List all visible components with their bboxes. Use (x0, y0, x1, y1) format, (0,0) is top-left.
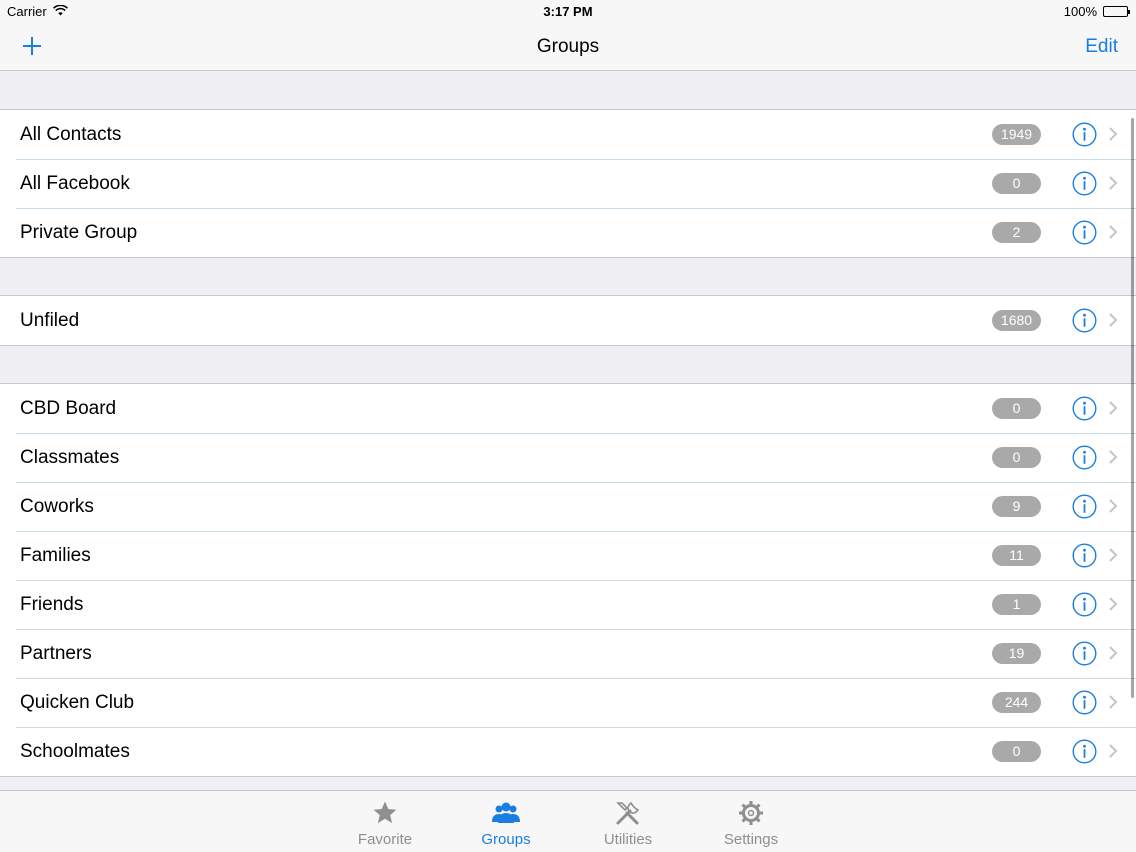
count-badge: 0 (992, 173, 1041, 194)
info-icon[interactable] (1072, 122, 1097, 147)
info-icon[interactable] (1072, 641, 1097, 666)
app-window: Carrier 3:17 PM 100% Groups Edit All Con… (0, 0, 1136, 852)
count-badge: 19 (992, 643, 1041, 664)
group-row[interactable]: Coworks 9 (0, 482, 1136, 531)
tab-label: Settings (723, 831, 779, 848)
chevron-right-icon (1108, 694, 1118, 710)
groups-list[interactable]: All Contacts 1949 All Facebook 0 Private Gro… (0, 72, 1136, 790)
tab-favorite[interactable]: Favorite (330, 799, 440, 851)
tools-icon (573, 799, 683, 827)
count-badge: 0 (992, 398, 1041, 419)
battery-icon (1103, 6, 1130, 17)
group-name: All Contacts (20, 124, 122, 145)
info-icon[interactable] (1072, 396, 1097, 421)
group-name: Quicken Club (20, 692, 135, 713)
group-row[interactable]: Families 11 (0, 531, 1136, 580)
count-badge: 244 (992, 692, 1041, 713)
chevron-right-icon (1108, 645, 1118, 661)
group-row[interactable]: Partners 19 (0, 629, 1136, 678)
edit-button[interactable]: Edit (1085, 36, 1118, 58)
chevron-right-icon (1108, 400, 1118, 416)
group-name: Private Group (20, 222, 138, 243)
group-section: Unfiled 1680 (0, 296, 1136, 345)
section-spacer (0, 72, 1136, 110)
group-row[interactable]: Schoolmates 0 (0, 727, 1136, 776)
page-title: Groups (536, 36, 600, 57)
tab-bar: Favorite Groups Utilities Settings (0, 790, 1136, 852)
group-row[interactable]: All Contacts 1949 (0, 110, 1136, 159)
group-row[interactable]: Friends 1 (0, 580, 1136, 629)
info-icon[interactable] (1072, 220, 1097, 245)
chevron-right-icon (1108, 126, 1118, 142)
chevron-right-icon (1108, 224, 1118, 240)
group-name: All Facebook (20, 173, 130, 194)
count-badge: 9 (992, 496, 1041, 517)
chevron-right-icon (1108, 498, 1118, 514)
count-badge: 1949 (992, 124, 1041, 145)
chevron-right-icon (1108, 175, 1118, 191)
chevron-right-icon (1108, 743, 1118, 759)
navigation-bar: Groups Edit (0, 24, 1136, 71)
group-name: Families (20, 545, 91, 566)
group-row[interactable]: Classmates 0 (0, 433, 1136, 482)
group-name: Friends (20, 594, 84, 615)
info-icon[interactable] (1072, 543, 1097, 568)
info-icon[interactable] (1072, 690, 1097, 715)
group-name: CBD Board (20, 398, 117, 419)
group-name: Schoolmates (20, 741, 130, 762)
group-row[interactable]: All Facebook 0 (0, 159, 1136, 208)
group-row[interactable]: CBD Board 0 (0, 384, 1136, 433)
group-row[interactable]: Quicken Club 244 (0, 678, 1136, 727)
info-icon[interactable] (1072, 308, 1097, 333)
tab-groups[interactable]: Groups (451, 799, 561, 851)
tab-label: Groups (481, 831, 531, 848)
count-badge: 0 (992, 447, 1041, 468)
group-row[interactable]: Private Group 2 (0, 208, 1136, 257)
chevron-right-icon (1108, 596, 1118, 612)
tab-settings[interactable]: Settings (696, 799, 806, 851)
tab-label: Favorite (357, 831, 413, 848)
group-name: Unfiled (20, 310, 80, 331)
section-spacer (0, 346, 1136, 384)
group-section: All Contacts 1949 All Facebook 0 Private Gro… (0, 110, 1136, 257)
chevron-right-icon (1108, 449, 1118, 465)
group-section: CBD Board 0 Classmates 0 Coworks 9 Families 11 F… (0, 384, 1136, 776)
tab-label: Utilities (603, 831, 653, 848)
group-name: Coworks (20, 496, 94, 517)
status-right: 100% (1063, 4, 1130, 19)
info-icon[interactable] (1072, 739, 1097, 764)
section-divider (0, 776, 1136, 777)
battery-percent: 100% (1063, 4, 1097, 19)
count-badge: 0 (992, 741, 1041, 762)
info-icon[interactable] (1072, 445, 1097, 470)
count-badge: 11 (992, 545, 1041, 566)
scroll-indicator[interactable] (1131, 118, 1134, 698)
chevron-right-icon (1108, 312, 1118, 328)
count-badge: 1 (992, 594, 1041, 615)
status-bar: Carrier 3:17 PM 100% (0, 0, 1136, 24)
info-icon[interactable] (1072, 171, 1097, 196)
count-badge: 1680 (992, 310, 1041, 331)
info-icon[interactable] (1072, 592, 1097, 617)
section-spacer (0, 258, 1136, 296)
people-icon (451, 799, 561, 827)
star-icon (330, 799, 440, 827)
status-time: 3:17 PM (543, 4, 593, 19)
count-badge: 2 (992, 222, 1041, 243)
gear-icon (696, 799, 806, 827)
group-name: Classmates (20, 447, 120, 468)
info-icon[interactable] (1072, 494, 1097, 519)
chevron-right-icon (1108, 547, 1118, 563)
group-name: Partners (20, 643, 92, 664)
group-row[interactable]: Unfiled 1680 (0, 296, 1136, 345)
tab-utilities[interactable]: Utilities (573, 799, 683, 851)
